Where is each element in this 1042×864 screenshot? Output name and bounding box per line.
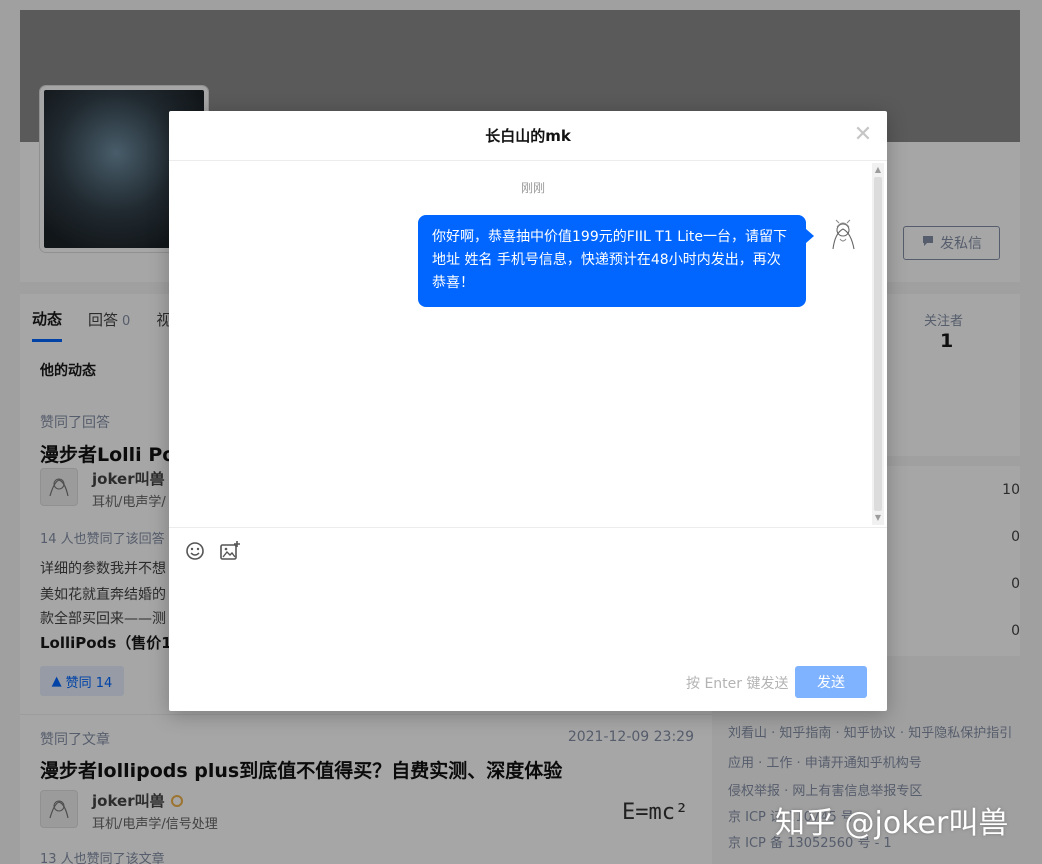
message-composer[interactable]: 按 Enter 键发送 发送 <box>169 527 887 711</box>
dialog-title: 长白山的mk <box>485 127 571 145</box>
message-bubble: 你好啊，恭喜抽中价值199元的FIIL T1 Lite一台，请留下地址 姓名 手… <box>418 215 806 307</box>
send-button[interactable]: 发送 <box>795 666 867 698</box>
conversation-area[interactable]: 刚刚 你好啊，恭喜抽中价值199元的FIIL T1 Lite一台，请留下地址 姓… <box>183 161 871 527</box>
watermark: 知乎 @joker叫兽 <box>775 806 1009 841</box>
private-message-dialog: 长白山的mk ✕ 刚刚 你好啊，恭喜抽中价值199元的FIIL T1 Lite一… <box>169 111 887 711</box>
emoji-icon[interactable] <box>185 541 205 561</box>
dialog-header: 长白山的mk ✕ <box>169 111 887 161</box>
enter-to-send-hint: 按 Enter 键发送 <box>686 676 789 692</box>
scroll-up-arrow-icon[interactable]: ▲ <box>872 163 884 177</box>
scroll-thumb[interactable] <box>874 177 882 511</box>
scroll-down-arrow-icon[interactable]: ▼ <box>872 511 884 525</box>
conversation-scrollbar[interactable]: ▲ ▼ <box>872 163 884 525</box>
sender-avatar[interactable] <box>823 215 863 255</box>
message-timestamp: 刚刚 <box>520 181 545 195</box>
message-bubble-tail <box>806 229 814 243</box>
close-icon[interactable]: ✕ <box>853 124 873 146</box>
image-upload-icon[interactable] <box>219 540 241 562</box>
